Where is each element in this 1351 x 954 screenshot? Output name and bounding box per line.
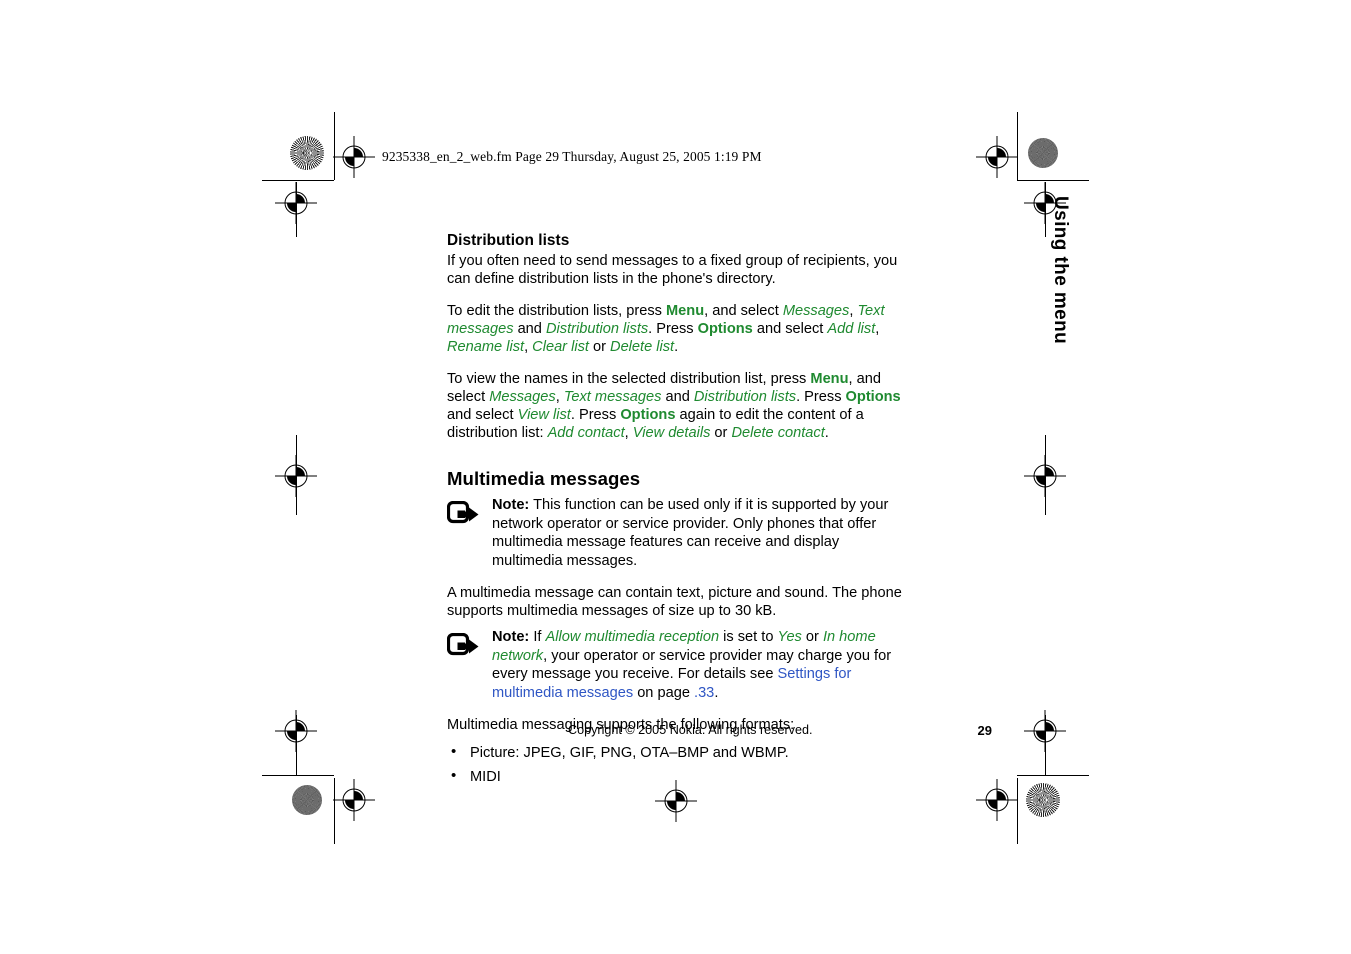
page-content: Distribution lists If you often need to … <box>446 232 903 792</box>
note-text: Note: If Allow multimedia reception is s… <box>492 628 903 702</box>
hardkey-options: Options <box>620 407 676 423</box>
text-run: and <box>661 389 694 405</box>
trim-line-bottom-left-horizontal <box>262 775 334 776</box>
text-run: If you often need to send messages to a … <box>447 253 898 287</box>
text-run: To view the names in the selected distri… <box>447 371 811 387</box>
note-pointer-icon <box>446 500 481 527</box>
note-pointer-icon <box>446 632 481 659</box>
trim-line-left-vertical-bottom <box>334 778 335 844</box>
trim-line-left-vertical-lower <box>296 715 297 775</box>
halftone-solid-target-bottom-left <box>292 785 322 815</box>
menu-item-clear-list: Clear list <box>532 339 589 355</box>
copyright-notice: Copyright © 2005 Nokia. All rights reser… <box>568 723 813 737</box>
text-run: A multimedia message can contain text, p… <box>447 585 902 619</box>
text-run: on page <box>633 684 695 701</box>
heading-multimedia-messages: Multimedia messages <box>447 468 641 489</box>
text-run: . Press <box>648 321 698 337</box>
list-item: Picture: JPEG, GIF, PNG, OTA–BMP and WBM… <box>447 743 903 762</box>
menu-item-add-list: Add list <box>827 321 876 337</box>
trim-line-right-vertical-lower <box>1045 715 1046 775</box>
hardkey-menu: Menu <box>810 371 849 387</box>
menu-item-messages: Messages <box>782 303 850 319</box>
menu-item-distribution-lists: Distribution lists <box>693 389 797 405</box>
menu-item-add-contact: Add contact <box>547 425 625 441</box>
note-block-network-support: Note: This function can be used only if … <box>446 496 903 570</box>
side-tab-chapter-label: Using the menu <box>1050 196 1071 345</box>
list-item: MIDI <box>447 767 903 786</box>
text-run: This function can be used only if it is … <box>492 497 889 569</box>
registration-mark-bottom-right <box>976 779 1018 821</box>
text-run: is set to <box>719 629 778 645</box>
hardkey-options: Options <box>697 321 753 337</box>
halftone-solid-target-top-right <box>1028 138 1058 168</box>
text-run: , <box>524 339 533 355</box>
paragraph-multimedia-capabilities: A multimedia message can contain text, p… <box>447 584 903 620</box>
menu-item-distribution-lists: Distribution lists <box>545 321 649 337</box>
halftone-star-target-top-left <box>290 136 324 170</box>
text-run: or <box>801 629 823 645</box>
registration-mark-top-right <box>976 136 1018 178</box>
text-run: and select <box>447 407 518 423</box>
text-run: and <box>513 321 546 337</box>
hardkey-menu: Menu <box>666 303 705 319</box>
heading-distribution-lists: Distribution lists <box>447 232 570 249</box>
registration-mark-left-upper <box>275 182 317 224</box>
setting-allow-multimedia-reception: Allow multimedia reception <box>545 629 720 645</box>
trim-line-left-vertical-upper <box>296 182 297 237</box>
text-run: If <box>529 629 546 645</box>
list-item-label: Picture: JPEG, GIF, PNG, OTA–BMP and WBM… <box>470 745 789 761</box>
registration-mark-right-middle <box>1024 455 1066 497</box>
text-run: . <box>674 339 679 355</box>
note-block-reception-charges: Note: If Allow multimedia reception is s… <box>446 628 903 702</box>
hardkey-options: Options <box>845 389 901 405</box>
menu-item-view-list: View list <box>517 407 571 423</box>
menu-item-rename-list: Rename list <box>447 339 525 355</box>
note-label: Note: <box>492 497 530 513</box>
trim-line-bottom-right-horizontal <box>1017 775 1089 776</box>
trim-line-left-vertical-middle <box>296 435 297 515</box>
print-file-header: 9235338_en_2_web.fm Page 29 Thursday, Au… <box>382 149 762 164</box>
paragraph-distribution-intro: If you often need to send messages to a … <box>447 252 903 288</box>
registration-mark-right-lower <box>1024 710 1066 752</box>
list-item-label: MIDI <box>470 769 501 785</box>
text-run: . Press <box>570 407 621 423</box>
paragraph-view-distribution-names: To view the names in the selected distri… <box>447 370 903 442</box>
text-run: , <box>555 389 564 405</box>
trim-line-right-vertical-middle <box>1045 435 1046 515</box>
text-run: , and select <box>704 303 783 319</box>
text-run: , <box>624 425 633 441</box>
note-text: Note: This function can be used only if … <box>492 496 903 570</box>
menu-item-delete-list: Delete list <box>610 339 675 355</box>
trim-line-right-vertical-bottom <box>1017 778 1018 844</box>
trim-line-left-vertical-top <box>334 112 335 180</box>
registration-mark-bottom-left <box>333 779 375 821</box>
text-run: or <box>710 425 732 441</box>
setting-value-yes: Yes <box>777 629 802 645</box>
menu-item-delete-contact: Delete contact <box>731 425 825 441</box>
page-number: 29 <box>977 723 992 738</box>
text-run: . <box>824 425 829 441</box>
trim-line-right-vertical-top <box>1017 112 1018 180</box>
menu-item-text-messages: Text messages <box>563 389 662 405</box>
text-run: or <box>588 339 611 355</box>
note-label: Note: <box>492 629 530 645</box>
text-run: . <box>714 684 719 701</box>
registration-mark-top-left <box>333 136 375 178</box>
paragraph-edit-distribution-lists: To edit the distribution lists, press Me… <box>447 302 903 356</box>
supported-formats-list: Picture: JPEG, GIF, PNG, OTA–BMP and WBM… <box>447 743 903 786</box>
text-run: and select <box>752 321 828 337</box>
menu-item-view-details: View details <box>632 425 711 441</box>
trim-line-right-vertical-upper <box>1045 182 1046 237</box>
cross-reference-page-number[interactable]: .33 <box>694 685 714 701</box>
menu-item-messages: Messages <box>489 389 556 405</box>
trim-line-top-right-horizontal <box>1017 180 1089 181</box>
text-run: . Press <box>796 389 846 405</box>
registration-mark-left-lower <box>275 710 317 752</box>
trim-line-top-left-horizontal <box>262 180 334 181</box>
text-run: , <box>875 321 880 337</box>
halftone-star-target-bottom-right <box>1026 783 1060 817</box>
text-run: To edit the distribution lists, press <box>447 303 667 319</box>
registration-mark-left-middle <box>275 455 317 497</box>
